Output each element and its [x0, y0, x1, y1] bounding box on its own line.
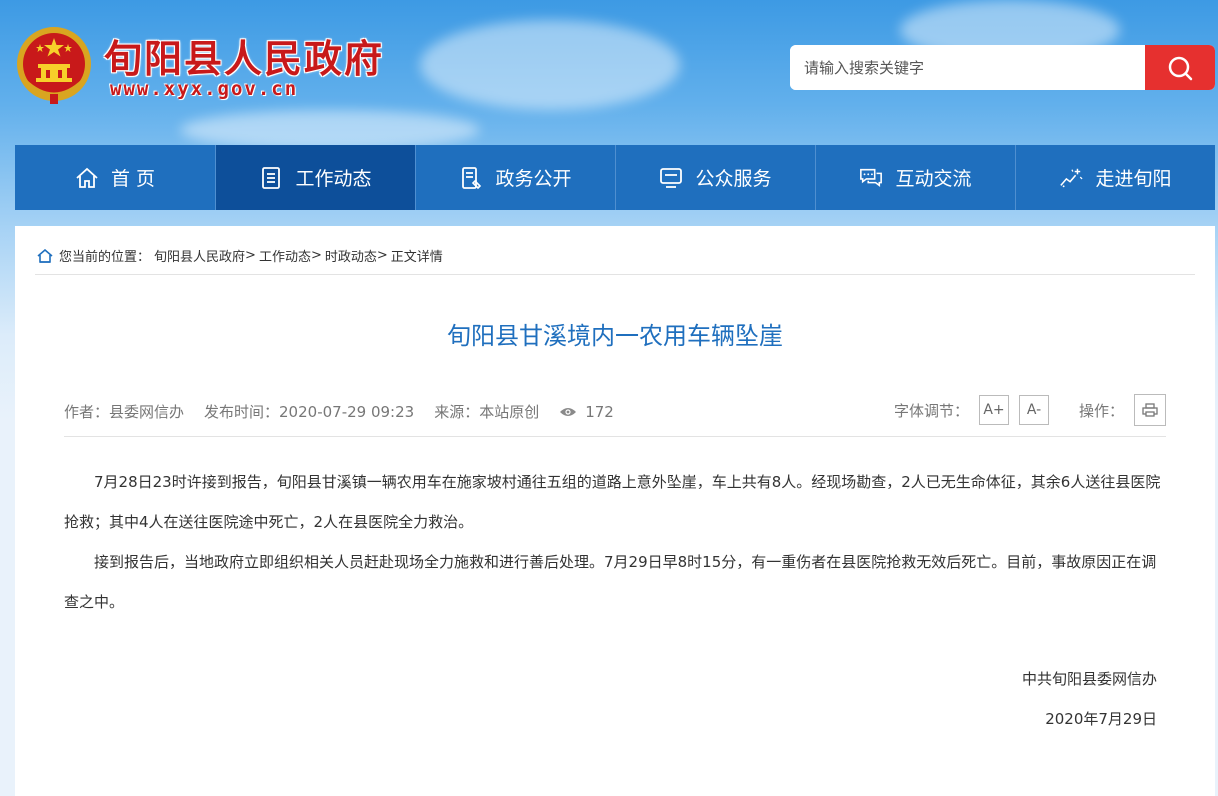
- font-decrease-button[interactable]: A-: [1018, 395, 1049, 425]
- content-panel: 您当前的位置： 旬阳县人民政府 > 工作动态 > 时政动态 > 正文详情 旬阳县…: [15, 226, 1215, 796]
- site-url[interactable]: www.xyx.gov.cn: [110, 78, 298, 100]
- breadcrumb-link-current-affairs[interactable]: 时政动态: [325, 246, 377, 265]
- nav-item-about-xunyang[interactable]: 走进旬阳: [1015, 145, 1215, 210]
- nav-item-label: 工作动态: [295, 168, 372, 190]
- chat-icon: [859, 166, 883, 190]
- article-body: 7月28日23时许接到报告，旬阳县甘溪镇一辆农用车在施家坡村通往五组的道路上意外…: [64, 462, 1167, 622]
- nav-item-gov-affairs[interactable]: 政务公开: [415, 145, 615, 210]
- article-signature: 中共旬阳县委网信办: [1021, 670, 1157, 688]
- article-published: 发布时间：2020-07-29 09:23: [204, 403, 415, 421]
- divider: [35, 274, 1195, 275]
- article-source: 来源：本站原创: [434, 403, 540, 421]
- printer-icon: [1142, 403, 1158, 417]
- document-list-icon: [259, 166, 283, 190]
- nav-item-label: 首 页: [110, 168, 156, 190]
- article-paragraph: 7月28日23时许接到报告，旬阳县甘溪镇一辆农用车在施家坡村通往五组的道路上意外…: [64, 473, 1161, 531]
- breadcrumb-link-home[interactable]: 旬阳县人民政府: [154, 246, 245, 265]
- nav-item-label: 互动交流: [895, 168, 972, 190]
- search-input[interactable]: [790, 45, 1130, 90]
- nav-item-home[interactable]: 首 页: [15, 145, 215, 210]
- breadcrumb-current: 正文详情: [390, 250, 443, 265]
- national-emblem-icon: [14, 24, 94, 106]
- search-box: [790, 45, 1215, 90]
- article-tools: 字体调节： A+ A- 操作：: [894, 394, 1166, 426]
- monitor-icon: [659, 166, 683, 190]
- font-size-label: 字体调节：: [893, 401, 969, 420]
- article-date: 2020年7月29日: [1045, 710, 1157, 728]
- nav-item-work-news[interactable]: 工作动态: [215, 145, 415, 210]
- home-icon: [75, 166, 99, 190]
- site-title[interactable]: 旬阳县人民政府: [104, 28, 384, 83]
- document-edit-icon: [459, 166, 483, 190]
- breadcrumb-separator: >: [376, 248, 388, 263]
- breadcrumb-separator: >: [310, 248, 322, 263]
- nav-item-public-service[interactable]: 公众服务: [615, 145, 815, 210]
- breadcrumb-link-work-news[interactable]: 工作动态: [259, 246, 311, 265]
- divider: [64, 436, 1166, 437]
- home-small-icon: [37, 248, 53, 263]
- eye-icon: [560, 407, 577, 416]
- article-author: 作者：县委网信办: [64, 403, 185, 421]
- nav-item-label: 公众服务: [695, 168, 772, 190]
- action-label: 操作：: [1078, 401, 1124, 420]
- breadcrumb-prefix: 您当前的位置：: [59, 250, 151, 265]
- font-increase-button[interactable]: A+: [978, 395, 1009, 425]
- view-count: 172: [585, 402, 614, 421]
- nav-item-label: 政务公开: [495, 168, 572, 190]
- article-title: 旬阳县甘溪境内一农用车辆坠崖: [447, 322, 783, 350]
- search-button[interactable]: [1145, 45, 1215, 90]
- cloud-decoration: [420, 20, 680, 110]
- breadcrumb-separator: >: [245, 248, 256, 263]
- breadcrumb: 您当前的位置： 旬阳县人民政府 > 工作动态 > 时政动态 > 正文详情: [37, 246, 443, 265]
- main-nav: 首 页 工作动态 政务公开 公众服务 互动交流 走进旬阳: [15, 145, 1215, 210]
- sparkle-icon: [1059, 166, 1084, 190]
- article-paragraph: 接到报告后，当地政府立即组织相关人员赶赴现场全力施救和进行善后处理。7月29日早…: [64, 553, 1157, 611]
- cloud-decoration: [180, 110, 480, 150]
- nav-item-interaction[interactable]: 互动交流: [815, 145, 1015, 210]
- print-button[interactable]: [1134, 394, 1166, 426]
- nav-item-label: 走进旬阳: [1095, 168, 1172, 190]
- article-meta: 作者：县委网信办 发布时间：2020-07-29 09:23 来源：本站原创 1…: [64, 401, 634, 422]
- search-icon: [1168, 56, 1193, 80]
